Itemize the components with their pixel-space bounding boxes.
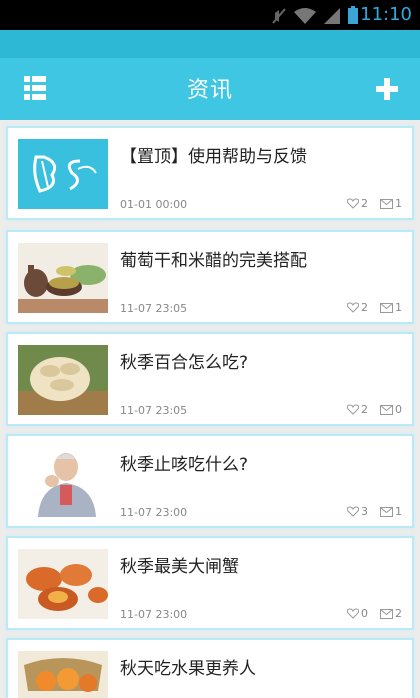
app-bar: 资讯 <box>0 30 420 120</box>
mail-icon <box>380 506 393 517</box>
crabs-photo-icon <box>18 549 108 619</box>
likes: 3 <box>347 505 368 518</box>
comments: 1 <box>380 505 402 518</box>
article-meta: 2 1 <box>347 197 402 210</box>
raisins-photo-icon <box>18 243 108 313</box>
heart-icon <box>347 198 359 209</box>
bs-logo-icon <box>18 139 108 209</box>
article-title: 葡萄干和米醋的完美搭配 <box>120 251 307 271</box>
article-title: 秋季止咳吃什么? <box>120 455 249 475</box>
heart-icon <box>347 506 359 517</box>
comments: 0 <box>380 403 402 416</box>
mute-icon <box>272 8 286 24</box>
article-thumbnail <box>18 345 108 415</box>
mail-icon <box>380 198 393 209</box>
status-bar: 11:10 <box>0 0 420 30</box>
article-thumbnail <box>18 139 108 209</box>
article-title: 【置顶】使用帮助与反馈 <box>120 147 307 167</box>
status-icons <box>272 6 358 24</box>
likes: 2 <box>347 197 368 210</box>
likes: 2 <box>347 301 368 314</box>
comments: 1 <box>380 197 402 210</box>
clock: 11:10 <box>360 4 412 25</box>
comment-count: 1 <box>395 505 402 518</box>
article-meta: 3 1 <box>347 505 402 518</box>
battery-icon <box>348 6 358 24</box>
mail-icon <box>380 302 393 313</box>
like-count: 0 <box>361 607 368 620</box>
page-title: 资讯 <box>186 78 233 103</box>
lily-bulbs-photo-icon <box>18 345 108 415</box>
mail-icon <box>380 404 393 415</box>
like-count: 2 <box>361 197 368 210</box>
article-date: 11-07 23:00 <box>120 506 188 519</box>
article-meta: 2 1 <box>347 301 402 314</box>
heart-icon <box>347 404 359 415</box>
article-item[interactable]: 秋季止咳吃什么? 11-07 23:00 3 1 <box>6 434 414 528</box>
article-thumbnail <box>18 243 108 313</box>
fruit-basket-photo-icon <box>18 651 108 698</box>
like-count: 3 <box>361 505 368 518</box>
comment-count: 2 <box>395 607 402 620</box>
wifi-icon <box>294 8 316 24</box>
signal-icon <box>324 8 340 24</box>
like-count: 2 <box>361 301 368 314</box>
comment-count: 0 <box>395 403 402 416</box>
likes: 2 <box>347 403 368 416</box>
article-thumbnail <box>18 447 108 517</box>
like-count: 2 <box>361 403 368 416</box>
article-item[interactable]: 秋季最美大闸蟹 11-07 23:00 0 2 <box>6 536 414 630</box>
article-title: 秋季最美大闸蟹 <box>120 557 239 577</box>
plus-icon <box>376 78 398 100</box>
comment-count: 1 <box>395 301 402 314</box>
article-item[interactable]: 葡萄干和米醋的完美搭配 11-07 23:05 2 1 <box>6 230 414 324</box>
article-date: 01-01 00:00 <box>120 198 188 211</box>
article-date: 11-07 23:05 <box>120 302 188 315</box>
article-date: 11-07 23:00 <box>120 608 188 621</box>
article-item[interactable]: 秋天吃水果更养人 <box>6 638 414 698</box>
comment-count: 1 <box>395 197 402 210</box>
article-title: 秋季百合怎么吃? <box>120 353 249 373</box>
article-date: 11-07 23:05 <box>120 404 188 417</box>
article-meta: 0 2 <box>347 607 402 620</box>
coughing-man-photo-icon <box>18 447 108 517</box>
heart-icon <box>347 302 359 313</box>
mail-icon <box>380 608 393 619</box>
likes: 0 <box>347 607 368 620</box>
article-meta: 2 0 <box>347 403 402 416</box>
article-item[interactable]: 【置顶】使用帮助与反馈 01-01 00:00 2 1 <box>6 126 414 220</box>
heart-icon <box>347 608 359 619</box>
comments: 2 <box>380 607 402 620</box>
article-item[interactable]: 秋季百合怎么吃? 11-07 23:05 2 0 <box>6 332 414 426</box>
article-title: 秋天吃水果更养人 <box>120 659 256 679</box>
article-thumbnail <box>18 549 108 619</box>
add-button[interactable] <box>372 74 402 104</box>
comments: 1 <box>380 301 402 314</box>
article-thumbnail <box>18 651 108 698</box>
